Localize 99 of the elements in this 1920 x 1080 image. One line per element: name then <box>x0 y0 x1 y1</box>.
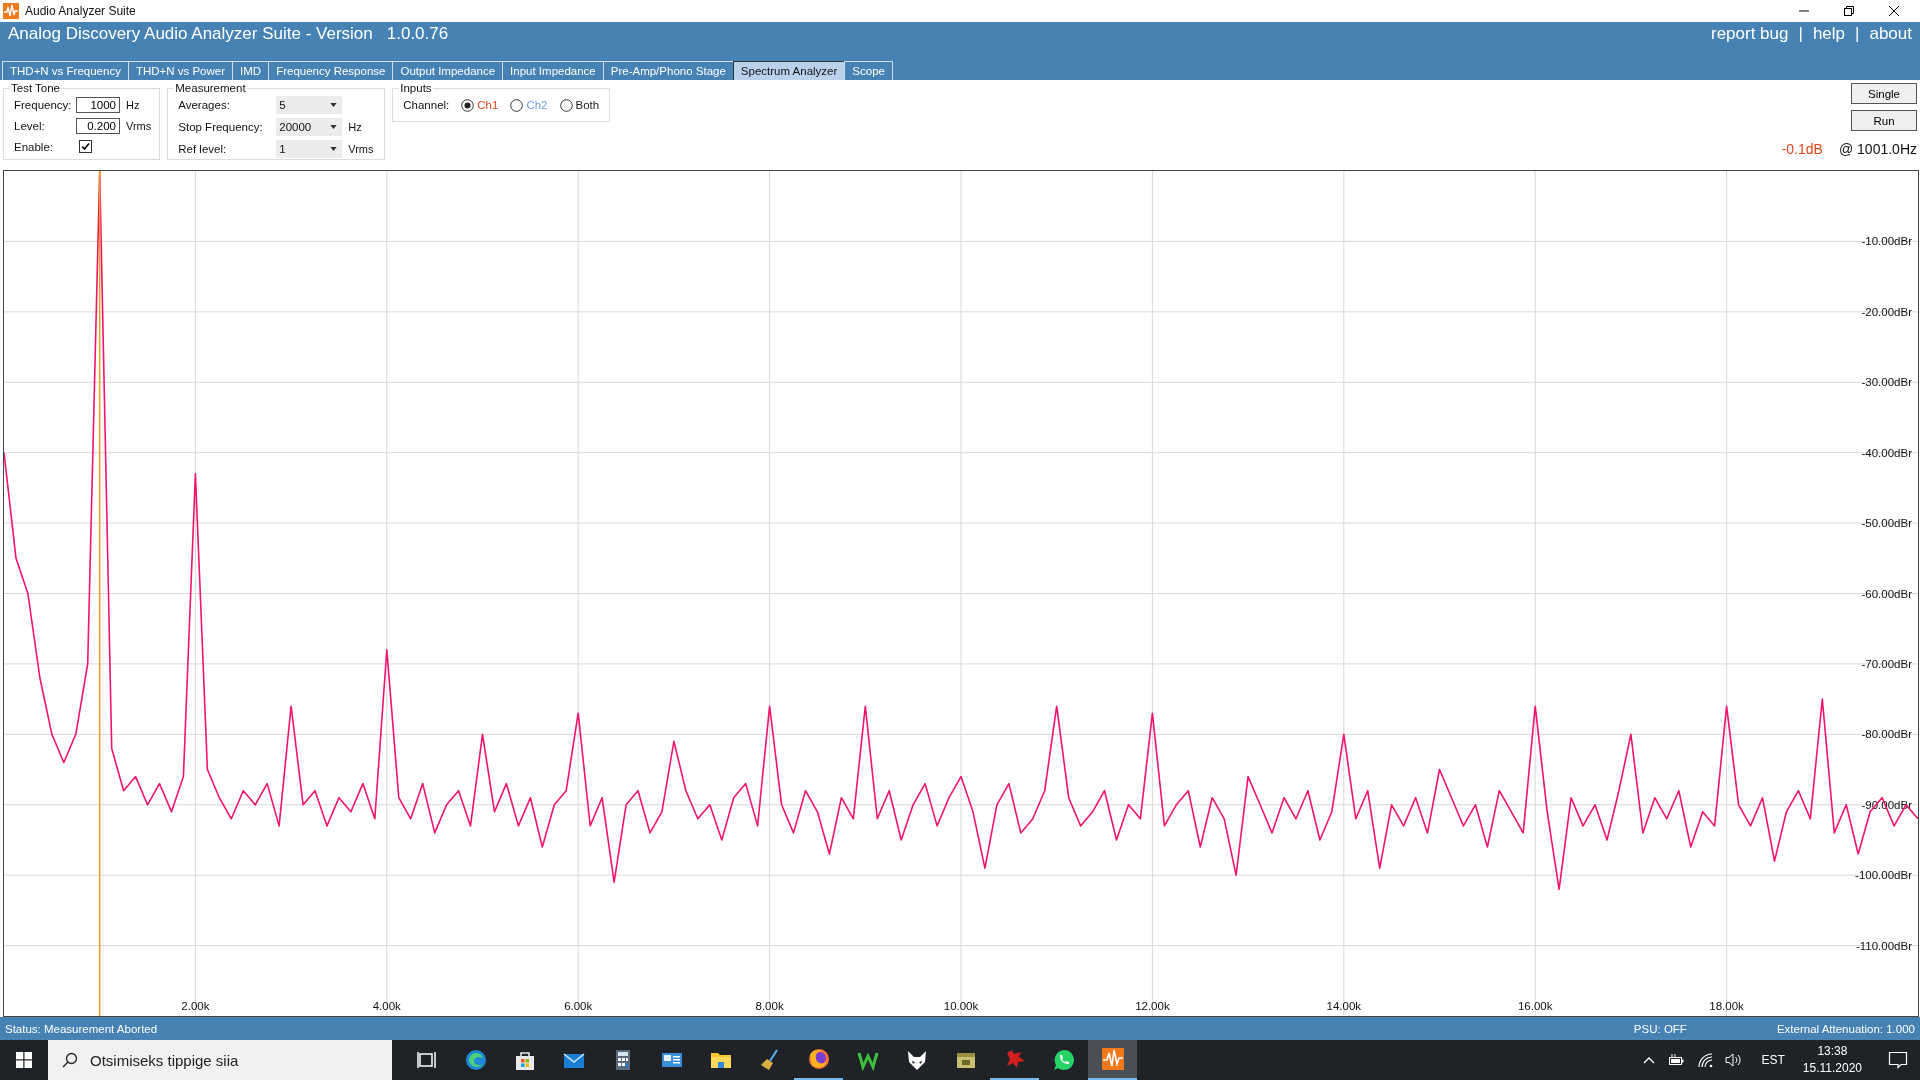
x-tick-label: 18.00k <box>1709 1000 1744 1012</box>
bird-icon <box>1006 1050 1025 1068</box>
field-label: Frequency: <box>14 98 70 111</box>
window-title: Audio Analyzer Suite <box>25 4 137 18</box>
radio-option[interactable]: Ch1 <box>461 98 499 112</box>
tab[interactable]: Output Impedance <box>392 61 504 80</box>
search-icon <box>62 1052 78 1068</box>
clock[interactable]: 13:38 15.11.2020 <box>1802 1043 1862 1077</box>
fox-globe-icon <box>808 1049 829 1069</box>
x-tick-label: 8.00k <box>755 1000 784 1012</box>
notification-icon[interactable] <box>1888 1051 1908 1069</box>
x-tick-label: 10.00k <box>943 1000 979 1012</box>
version-number: 1.0.0.76 <box>386 24 449 44</box>
y-tick-label: -110.00dBr <box>1855 939 1912 952</box>
header-link[interactable]: help <box>1812 24 1846 44</box>
chat-bubble-icon <box>1053 1050 1074 1070</box>
input-field[interactable]: 0.200 <box>76 117 120 134</box>
chevron-up-icon[interactable] <box>1643 1056 1656 1064</box>
header-link[interactable]: about <box>1869 24 1912 44</box>
checkbox[interactable] <box>79 140 92 153</box>
x-tick-label: 14.00k <box>1326 1000 1362 1012</box>
taskbar-app[interactable] <box>1088 1040 1137 1080</box>
fox-head-icon <box>907 1051 926 1070</box>
calculator-icon <box>615 1050 630 1070</box>
windows-icon <box>16 1052 32 1068</box>
field-label: Channel: <box>403 99 450 111</box>
close-icon[interactable] <box>1888 5 1900 17</box>
mail-icon <box>562 1053 585 1068</box>
group-title: Measurement <box>174 82 247 94</box>
group-title: Inputs <box>399 82 433 94</box>
field-label: Averages: <box>178 99 231 111</box>
zigzag-icon <box>857 1052 878 1072</box>
tab[interactable]: Pre-Amp/Phono Stage <box>602 61 734 80</box>
group-title: Test Tone <box>10 82 61 94</box>
psu-status: PSU: OFF <box>1633 1022 1687 1035</box>
y-tick-label: -40.00dBr <box>1861 446 1912 459</box>
header-link[interactable]: report bug <box>1710 24 1789 44</box>
unit-label: Vrms <box>126 119 152 132</box>
radio-button[interactable] <box>559 98 573 112</box>
y-tick-label: -30.00dBr <box>1861 376 1912 389</box>
shopping-bag-icon <box>515 1052 534 1070</box>
swirl-icon <box>465 1050 486 1070</box>
x-tick-label: 16.00k <box>1517 1000 1553 1012</box>
app-icon <box>3 3 19 19</box>
tab[interactable]: Spectrum Analyzer <box>732 61 846 80</box>
y-tick-label: -60.00dBr <box>1861 587 1912 600</box>
battery-icon[interactable] <box>1667 1054 1686 1066</box>
y-tick-label: -10.00dBr <box>1861 235 1912 248</box>
radio-option[interactable]: Both <box>559 98 600 112</box>
dropdown-arrow-icon <box>330 147 338 151</box>
field-label: Level: <box>14 119 46 132</box>
x-tick-label: 2.00k <box>181 1000 210 1012</box>
field-label: Stop Frequency: <box>178 121 264 133</box>
field-label: Enable: <box>14 140 54 153</box>
radio-option[interactable]: Ch2 <box>510 98 548 112</box>
dropdown-arrow-icon <box>330 125 338 129</box>
unit-label: Hz <box>348 121 362 133</box>
tab[interactable]: Input Impedance <box>502 61 604 80</box>
broom-icon <box>760 1049 778 1070</box>
radio-button[interactable] <box>461 98 475 112</box>
attenuation-status: External Attenuation: 1.000 <box>1776 1022 1915 1035</box>
link-separator: | <box>1855 24 1860 44</box>
link-separator: | <box>1798 24 1803 44</box>
folder-icon <box>710 1053 731 1068</box>
input-language[interactable]: EST <box>1761 1053 1785 1067</box>
speaker-icon[interactable] <box>1725 1052 1744 1068</box>
y-tick-label: -20.00dBr <box>1861 305 1912 318</box>
tab[interactable]: Frequency Response <box>268 61 394 80</box>
frequency-reading: @ 1001.0Hz <box>1838 141 1917 157</box>
y-tick-label: -70.00dBr <box>1861 657 1912 670</box>
wifi-icon[interactable] <box>1697 1052 1714 1068</box>
unit-label: Hz <box>126 98 140 111</box>
level-reading: -0.1dB <box>1781 141 1823 157</box>
unit-label: Vrms <box>348 143 374 155</box>
app-title: Analog Discovery Audio Analyzer Suite - Version <box>8 24 373 44</box>
x-tick-label: 12.00k <box>1135 1000 1170 1012</box>
field-label: Ref level: <box>178 143 228 155</box>
tab[interactable]: THD+N vs Frequency <box>2 61 129 80</box>
task-view-icon <box>416 1051 436 1069</box>
package-icon <box>956 1053 975 1068</box>
tab[interactable]: Scope <box>844 61 893 80</box>
restore-icon[interactable] <box>1843 5 1855 17</box>
x-tick-label: 6.00k <box>564 1000 593 1012</box>
waveform-icon <box>1101 1048 1124 1070</box>
y-tick-label: -100.00dBr <box>1855 869 1912 882</box>
input-field[interactable]: 1000 <box>76 96 120 113</box>
x-tick-label: 4.00k <box>372 1000 401 1012</box>
dropdown[interactable]: 5 <box>276 96 343 114</box>
dropdown[interactable]: 1 <box>276 140 343 158</box>
y-tick-label: -50.00dBr <box>1861 517 1912 530</box>
dropdown-arrow-icon <box>330 103 338 107</box>
radio-button[interactable] <box>510 98 524 112</box>
search-field[interactable]: Otsimiseks tippige siia <box>48 1040 392 1080</box>
y-tick-label: -80.00dBr <box>1861 728 1912 741</box>
action-button[interactable]: Run <box>1851 110 1917 131</box>
dropdown[interactable]: 20000 <box>276 118 343 136</box>
monitor-icon <box>661 1053 682 1067</box>
action-button[interactable]: Single <box>1851 83 1917 104</box>
status-text: Status: Measurement Aborted <box>5 1022 159 1035</box>
